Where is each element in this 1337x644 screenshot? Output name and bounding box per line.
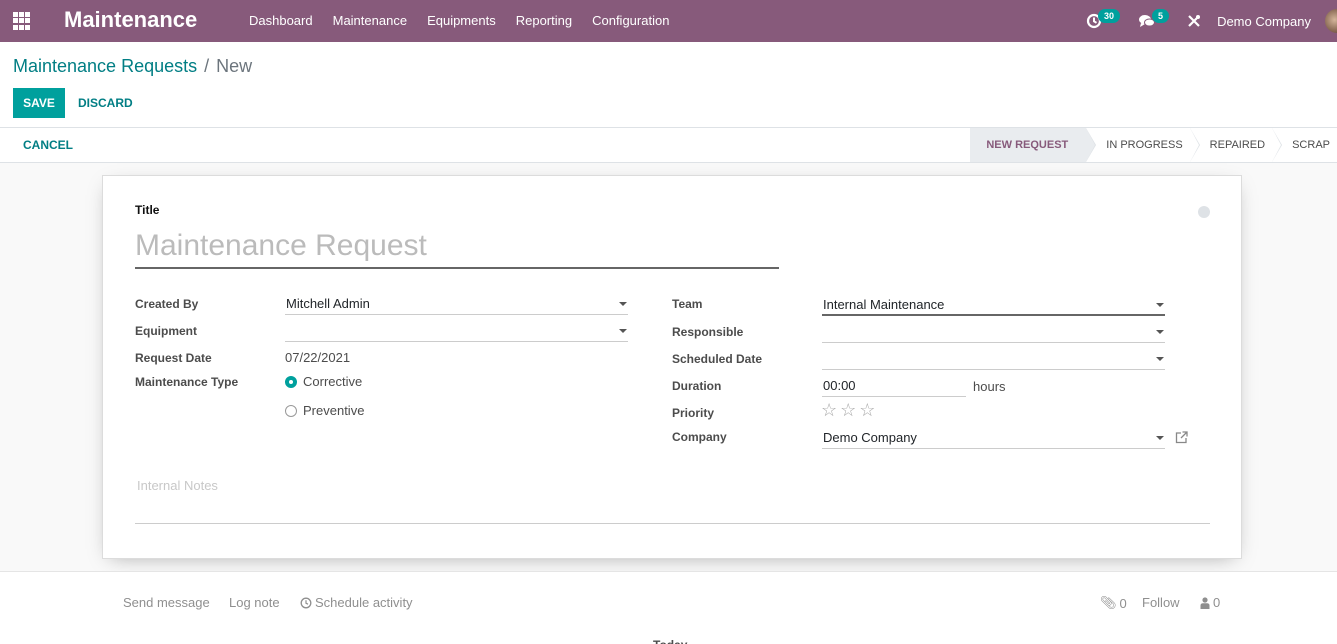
company-label: Company xyxy=(672,430,727,444)
menu-configuration[interactable]: Configuration xyxy=(582,0,679,42)
request-date-label: Request Date xyxy=(135,351,212,365)
responsible-field[interactable] xyxy=(822,321,1165,343)
top-navbar: Maintenance Dashboard Maintenance Equipm… xyxy=(0,0,1337,42)
stage-in-progress[interactable]: IN PROGRESS xyxy=(1086,128,1201,162)
menu-maintenance[interactable]: Maintenance xyxy=(323,0,417,42)
cancel-button[interactable]: CANCEL xyxy=(23,138,73,152)
duration-value: 00:00 xyxy=(823,378,856,393)
user-icon xyxy=(1200,596,1210,609)
team-label: Team xyxy=(672,297,703,311)
chevron-down-icon xyxy=(619,329,627,333)
messaging-menu[interactable]: 5 xyxy=(1138,9,1170,29)
priority-label: Priority xyxy=(672,406,715,420)
radio-preventive-label: Preventive xyxy=(303,403,365,418)
activity-count-badge: 30 xyxy=(1098,9,1121,23)
scheduled-date-field[interactable] xyxy=(822,348,1165,370)
debug-tools[interactable] xyxy=(1187,14,1201,28)
chevron-down-icon xyxy=(1156,330,1164,334)
discard-button[interactable]: DISCARD xyxy=(78,88,133,118)
control-panel: Maintenance Requests / New SAVE DISCARD xyxy=(0,42,1337,128)
priority-widget: ☆ ☆ ☆ xyxy=(821,401,878,419)
send-message-button[interactable]: Send message xyxy=(123,595,210,610)
chatter: Send message Log note Schedule activity … xyxy=(0,571,1337,644)
duration-input[interactable]: 00:00 xyxy=(822,375,966,397)
follow-button[interactable]: Follow xyxy=(1142,595,1180,610)
scheduled-date-label: Scheduled Date xyxy=(672,352,763,366)
main-menu: Dashboard Maintenance Equipments Reporti… xyxy=(239,0,679,42)
chevron-down-icon xyxy=(1156,357,1164,361)
menu-equipments[interactable]: Equipments xyxy=(417,0,506,42)
star-icon[interactable]: ☆ xyxy=(840,401,856,419)
schedule-activity-label: Schedule activity xyxy=(315,595,413,610)
title-label: Title xyxy=(135,203,160,217)
radio-preventive[interactable]: Preventive xyxy=(285,403,364,418)
breadcrumb-current: New xyxy=(216,56,253,76)
chevron-down-icon xyxy=(1156,303,1164,307)
followers-count: 0 xyxy=(1213,595,1221,610)
systray: 30 5 Demo Company xyxy=(1086,0,1337,42)
kanban-state-indicator[interactable] xyxy=(1198,206,1210,218)
tools-icon xyxy=(1188,15,1201,27)
log-note-button[interactable]: Log note xyxy=(229,595,280,610)
request-date-value: 07/22/2021 xyxy=(285,350,351,365)
attachments-button[interactable]: 📎︎ 0 xyxy=(1100,595,1127,611)
duration-unit: hours xyxy=(973,379,1006,394)
today-separator: Today xyxy=(653,638,687,644)
menu-dashboard[interactable]: Dashboard xyxy=(239,0,323,42)
company-value: Demo Company xyxy=(823,430,917,445)
chevron-down-icon xyxy=(1156,436,1164,440)
app-title: Maintenance xyxy=(64,7,198,32)
equipment-label: Equipment xyxy=(135,324,197,338)
star-icon[interactable]: ☆ xyxy=(821,401,837,419)
created-by-field[interactable]: Mitchell Admin xyxy=(285,293,628,315)
internal-notes-placeholder[interactable]: Internal Notes xyxy=(137,478,218,493)
maintenance-type-label: Maintenance Type xyxy=(135,375,239,389)
internal-notes-field[interactable] xyxy=(135,523,1210,524)
responsible-label: Responsible xyxy=(672,325,744,339)
message-count-badge: 5 xyxy=(1152,9,1170,23)
user-avatar[interactable] xyxy=(1325,9,1337,33)
created-by-label: Created By xyxy=(135,297,199,311)
star-icon[interactable]: ☆ xyxy=(859,401,875,419)
radio-unchecked-icon xyxy=(285,404,297,417)
schedule-activity-button[interactable]: Schedule activity xyxy=(300,595,413,610)
attachments-count: 0 xyxy=(1119,595,1127,611)
stage-pipeline: NEW REQUEST IN PROGRESS REPAIRED SCRAP xyxy=(970,128,1337,162)
company-field[interactable]: Demo Company xyxy=(822,427,1165,449)
statusbar: CANCEL NEW REQUEST IN PROGRESS REPAIRED … xyxy=(0,128,1337,163)
breadcrumb-maintenance-requests[interactable]: Maintenance Requests xyxy=(13,56,197,77)
form-sheet: Title Created By Mitchell Admin Equipmen… xyxy=(102,175,1242,559)
radio-corrective-label: Corrective xyxy=(303,374,363,389)
radio-checked-icon xyxy=(285,375,297,388)
external-link-icon[interactable] xyxy=(1175,431,1188,447)
equipment-field[interactable] xyxy=(285,320,628,342)
team-field[interactable]: Internal Maintenance xyxy=(822,294,1165,316)
company-switcher[interactable]: Demo Company xyxy=(1217,14,1311,29)
created-by-value: Mitchell Admin xyxy=(286,296,370,311)
menu-reporting[interactable]: Reporting xyxy=(506,0,582,42)
stage-repaired[interactable]: REPAIRED xyxy=(1190,128,1283,162)
team-value: Internal Maintenance xyxy=(823,296,945,312)
duration-label: Duration xyxy=(672,379,722,393)
chevron-down-icon xyxy=(619,302,627,306)
activity-menu[interactable]: 30 xyxy=(1086,9,1121,29)
save-button[interactable]: SAVE xyxy=(13,88,65,118)
breadcrumb-separator: / xyxy=(204,56,210,76)
clock-icon xyxy=(300,597,312,608)
followers-button[interactable]: 0 xyxy=(1200,595,1220,610)
apps-menu-icon[interactable] xyxy=(13,12,31,30)
title-input[interactable] xyxy=(135,224,779,269)
paperclip-icon: 📎︎ xyxy=(1100,595,1117,610)
stage-new-request[interactable]: NEW REQUEST xyxy=(970,128,1097,162)
breadcrumb: Maintenance Requests / New xyxy=(13,56,252,77)
radio-corrective[interactable]: Corrective xyxy=(285,374,362,389)
